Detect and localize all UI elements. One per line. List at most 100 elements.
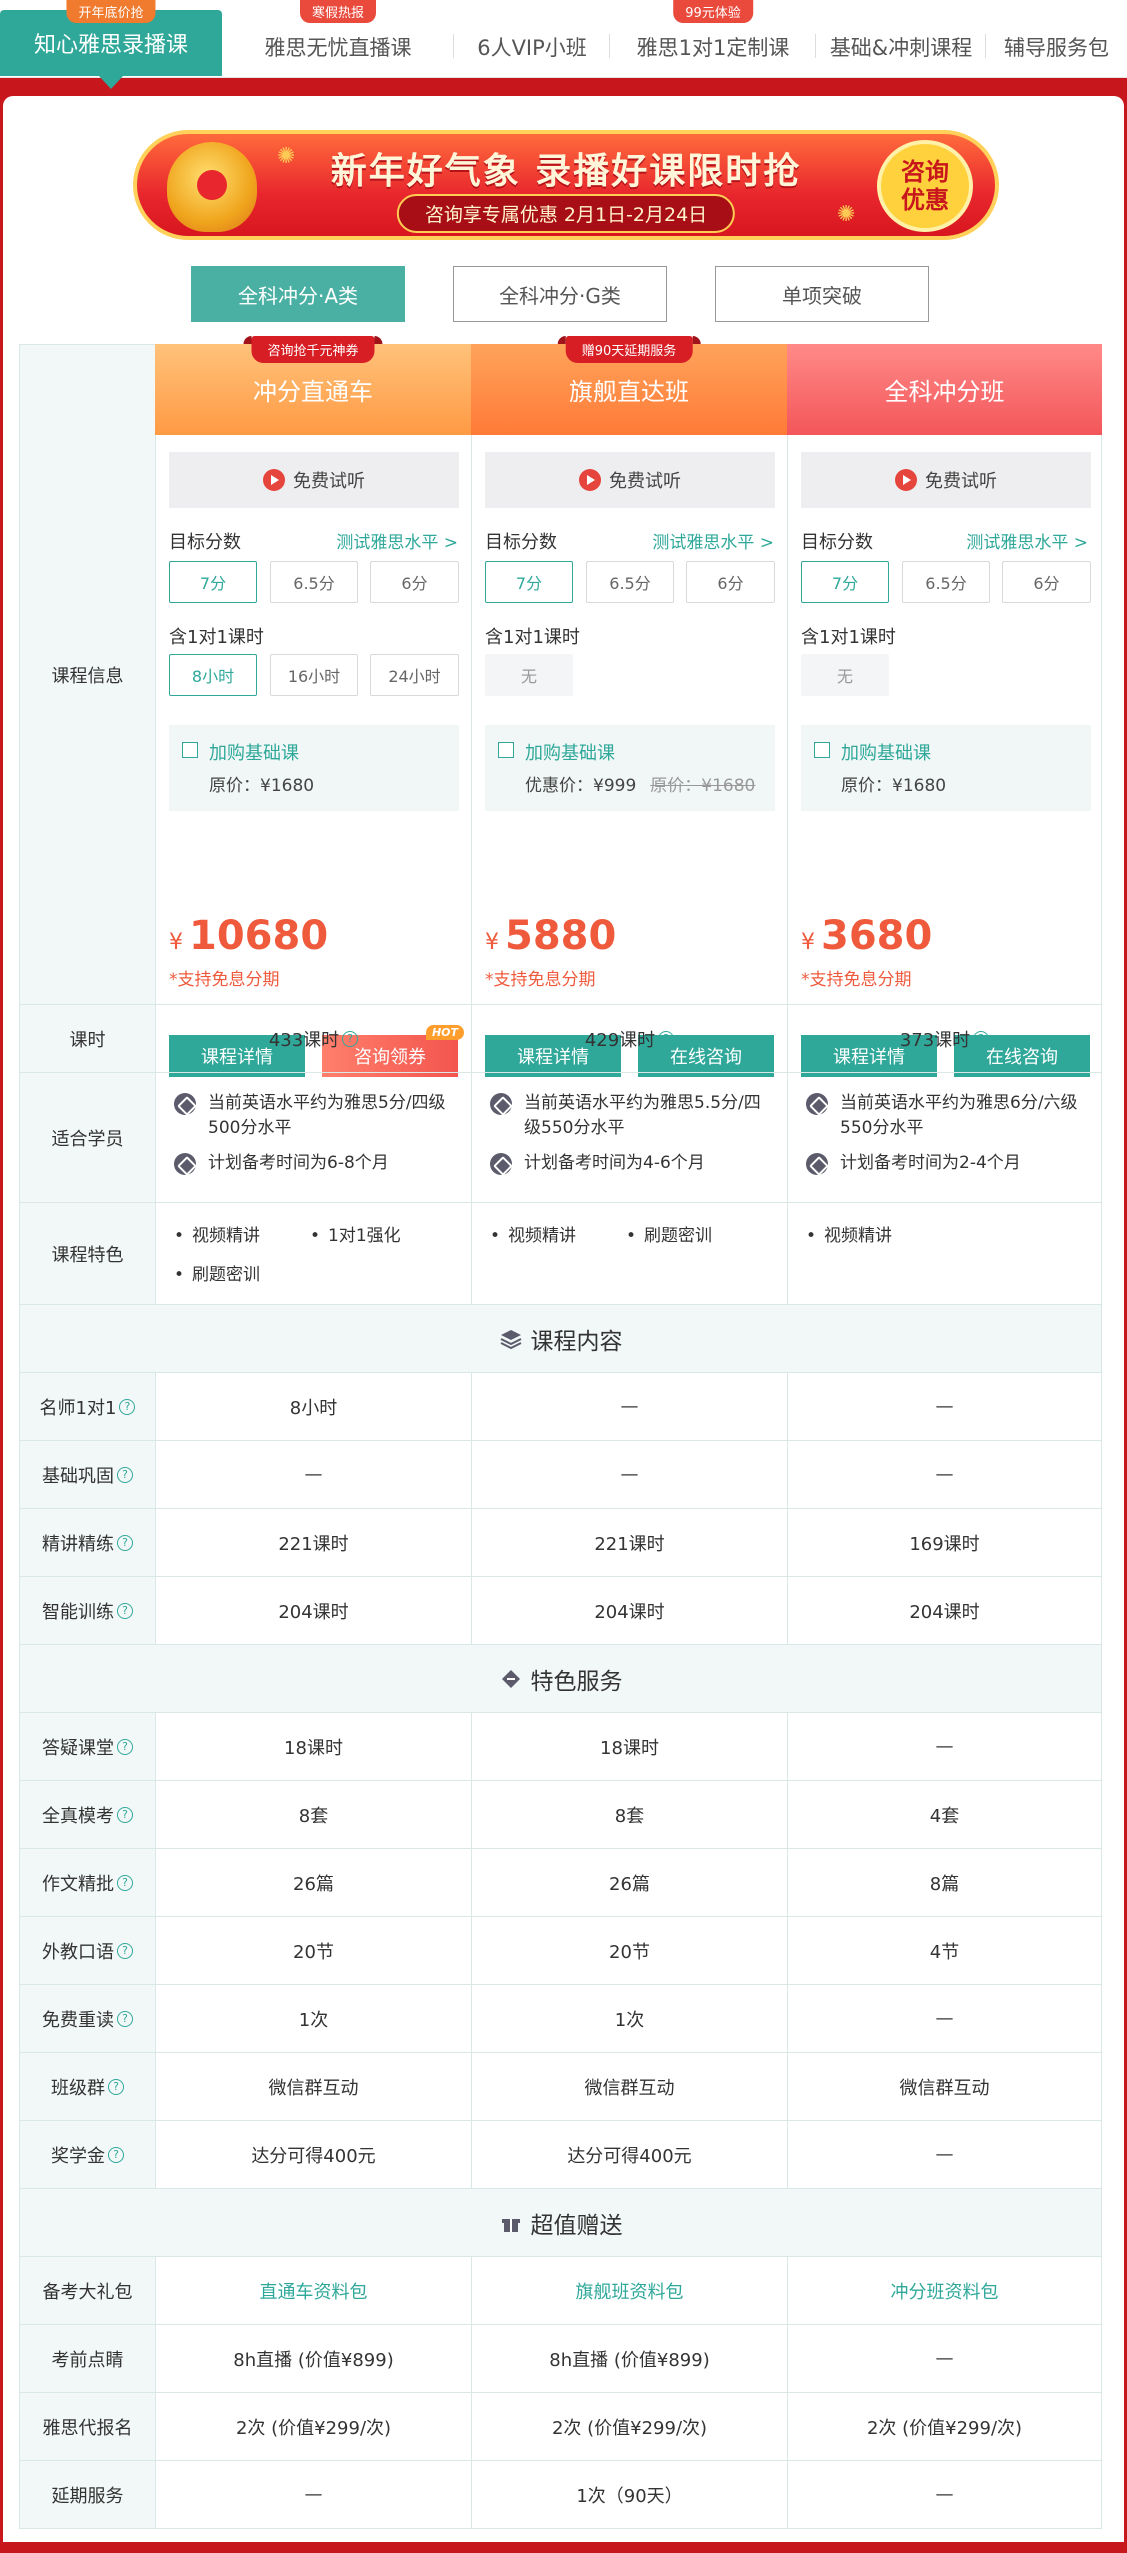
free-trial-button[interactable]: 免费试听 bbox=[169, 452, 459, 508]
hours-option: 无 bbox=[485, 654, 573, 696]
row-value: 20节 bbox=[155, 1917, 471, 1984]
comparison-row: 精讲精练? 221课时 221课时 169课时 bbox=[19, 1509, 1102, 1577]
help-icon[interactable]: ? bbox=[117, 1602, 133, 1619]
checkbox[interactable] bbox=[182, 742, 198, 758]
row-value: 微信群互动 bbox=[787, 2053, 1102, 2120]
checkbox[interactable] bbox=[814, 742, 830, 758]
tab-service-pack[interactable]: 辅导服务包 bbox=[986, 18, 1127, 76]
row-label: 精讲精练? bbox=[19, 1509, 155, 1576]
category-full-a[interactable]: 全科冲分·A类 bbox=[191, 266, 405, 322]
add-basic-course[interactable]: 加购基础课 原价：¥1680 bbox=[169, 725, 459, 811]
tab-live-course[interactable]: 寒假热报 雅思无忧直播课 bbox=[222, 0, 454, 76]
tab-badge: 99元体验 bbox=[673, 0, 753, 23]
suitable-students-value: 当前英语水平约为雅思5分/四级500分水平 计划备考时间为6-8个月 bbox=[155, 1073, 471, 1202]
consult-discount-seal[interactable]: 咨询优惠 bbox=[877, 140, 973, 232]
installment-note: *支持免息分期 bbox=[169, 970, 280, 990]
score-option[interactable]: 7分 bbox=[485, 561, 573, 603]
help-icon[interactable]: ? bbox=[108, 2146, 124, 2163]
row-label: 延期服务 bbox=[19, 2461, 155, 2528]
help-icon[interactable]: ? bbox=[117, 1738, 133, 1755]
help-icon[interactable]: ? bbox=[973, 1030, 990, 1047]
add-basic-course[interactable]: 加购基础课 原价：¥1680 bbox=[801, 725, 1091, 811]
firework-icon: ✺ bbox=[837, 202, 856, 227]
add-basic-course[interactable]: 加购基础课 优惠价：¥999 原价：¥1680 bbox=[485, 725, 775, 811]
score-option[interactable]: 6.5分 bbox=[586, 561, 674, 603]
help-icon[interactable]: ? bbox=[117, 1806, 133, 1823]
score-option[interactable]: 6分 bbox=[1002, 561, 1091, 603]
hours-option[interactable]: 24小时 bbox=[370, 654, 459, 696]
score-option[interactable]: 6分 bbox=[370, 561, 459, 603]
free-trial-button[interactable]: 免费试听 bbox=[801, 452, 1091, 508]
row-label: 免费重读? bbox=[19, 1985, 155, 2052]
test-level-link[interactable]: 测试雅思水平 > bbox=[652, 528, 774, 553]
tab-vip-class[interactable]: 6人VIP小班 bbox=[454, 18, 610, 76]
row-value: 20节 bbox=[471, 1917, 787, 1984]
material-pack-link[interactable]: 冲分班资料包 bbox=[787, 2257, 1102, 2324]
row-value: 18课时 bbox=[471, 1713, 787, 1780]
seal-text: 咨询优惠 bbox=[901, 158, 949, 214]
row-value: 8h直播 (价值¥899) bbox=[471, 2325, 787, 2392]
category-single-skill[interactable]: 单项突破 bbox=[715, 266, 929, 322]
row-value: 8套 bbox=[155, 1781, 471, 1848]
row-value: 达分可得400元 bbox=[155, 2121, 471, 2188]
row-value: 221课时 bbox=[471, 1509, 787, 1576]
row-label: 课时 bbox=[19, 1005, 155, 1072]
score-option[interactable]: 6.5分 bbox=[902, 561, 990, 603]
target-score-label: 目标分数 bbox=[485, 532, 557, 553]
tab-recorded-course[interactable]: 开年底价抢 知心雅思录播课 bbox=[0, 0, 222, 89]
suitable-students-row: 适合学员 当前英语水平约为雅思5分/四级500分水平 计划备考时间为6-8个月 … bbox=[19, 1073, 1102, 1203]
hours-option[interactable]: 8小时 bbox=[169, 654, 257, 696]
material-pack-link[interactable]: 旗舰班资料包 bbox=[471, 2257, 787, 2324]
level-icon bbox=[490, 1093, 512, 1115]
help-icon[interactable]: ? bbox=[119, 1398, 136, 1415]
score-option[interactable]: 7分 bbox=[801, 561, 889, 603]
row-value: 4节 bbox=[787, 1917, 1102, 1984]
hours-row: 课时 433课时? 429课时? 373课时? bbox=[19, 1005, 1102, 1073]
category-full-g[interactable]: 全科冲分·G类 bbox=[453, 266, 667, 322]
test-level-link[interactable]: 测试雅思水平 > bbox=[336, 528, 458, 553]
help-icon[interactable]: ? bbox=[117, 1942, 133, 1959]
tab-caret-icon bbox=[99, 76, 123, 89]
row-value: 微信群互动 bbox=[471, 2053, 787, 2120]
help-icon[interactable]: ? bbox=[117, 1466, 133, 1483]
help-icon[interactable]: ? bbox=[108, 2078, 124, 2095]
row-label: 考前点睛 bbox=[19, 2325, 155, 2392]
row-label: 班级群? bbox=[19, 2053, 155, 2120]
hours-value: 429课时? bbox=[471, 1005, 787, 1072]
row-value: 2次 (价值¥299/次) bbox=[155, 2393, 471, 2460]
hours-option[interactable]: 16小时 bbox=[270, 654, 358, 696]
comparison-row: 答疑课堂? 18课时 18课时 — bbox=[19, 1713, 1102, 1781]
one-on-one-label: 含1对1课时 bbox=[485, 627, 580, 648]
row-value: — bbox=[471, 1441, 787, 1508]
help-icon[interactable]: ? bbox=[658, 1030, 675, 1047]
row-label: 适合学员 bbox=[19, 1073, 155, 1202]
free-trial-button[interactable]: 免费试听 bbox=[485, 452, 775, 508]
test-level-link[interactable]: 测试雅思水平 > bbox=[966, 528, 1088, 553]
extension-ribbon: 赠90天延期服务 bbox=[557, 336, 700, 363]
score-option[interactable]: 6.5分 bbox=[270, 561, 358, 603]
play-icon bbox=[263, 469, 285, 491]
row-value: 8套 bbox=[471, 1781, 787, 1848]
help-icon[interactable]: ? bbox=[117, 1534, 133, 1551]
help-icon[interactable]: ? bbox=[117, 2010, 133, 2027]
row-label: 全真模考? bbox=[19, 1781, 155, 1848]
tab-one-on-one[interactable]: 99元体验 雅思1对1定制课 bbox=[610, 0, 816, 76]
material-pack-link[interactable]: 直通车资料包 bbox=[155, 2257, 471, 2324]
help-icon[interactable]: ? bbox=[117, 1874, 133, 1891]
course-features-row: 课程特色 视频精讲 1对1强化 刷题密训 视频精讲 刷题密训 视频精讲 bbox=[19, 1203, 1102, 1305]
row-value: — bbox=[787, 2121, 1102, 2188]
row-value: 18课时 bbox=[155, 1713, 471, 1780]
help-icon[interactable]: ? bbox=[342, 1030, 359, 1047]
layers-icon bbox=[500, 1329, 521, 1349]
promo-banner[interactable]: ✺ ✺ 新年好气象 录播好课限时抢 咨询享专属优惠 2月1日-2月24日 咨询优… bbox=[133, 130, 999, 240]
course-header-2: 赠90天延期服务 旗舰直达班 bbox=[471, 336, 787, 435]
row-value: 1次 bbox=[155, 1985, 471, 2052]
row-label: 基础巩固? bbox=[19, 1441, 155, 1508]
suitable-students-value: 当前英语水平约为雅思5.5分/四级550分水平 计划备考时间为4-6个月 bbox=[471, 1073, 787, 1202]
tab-basic-sprint[interactable]: 基础&冲刺课程 bbox=[816, 18, 986, 76]
row-value: — bbox=[787, 1985, 1102, 2052]
comparison-row: 全真模考? 8套 8套 4套 bbox=[19, 1781, 1102, 1849]
score-option[interactable]: 6分 bbox=[686, 561, 775, 603]
score-option[interactable]: 7分 bbox=[169, 561, 257, 603]
checkbox[interactable] bbox=[498, 742, 514, 758]
